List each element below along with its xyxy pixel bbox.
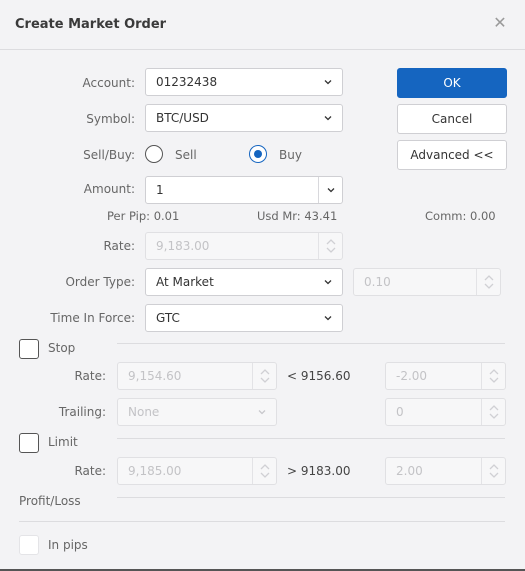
trailing-pips-input: 0 — [385, 398, 506, 426]
chevron-down-icon — [327, 186, 335, 194]
order-type-value: At Market — [156, 275, 214, 289]
limit-pips-value: 2.00 — [396, 464, 423, 478]
stop-pips-input: -2.00 — [385, 362, 506, 390]
ok-button[interactable]: OK — [397, 68, 507, 98]
spin-arrows-icon — [259, 366, 271, 386]
rate-input: 9,183.00 — [145, 232, 343, 260]
stop-rate-spinner — [252, 363, 276, 389]
stop-label: Stop — [48, 341, 76, 355]
stop-pips-value: -2.00 — [396, 369, 428, 383]
buy-radio-label: Buy — [279, 148, 302, 162]
limit-pips-input: 2.00 — [385, 457, 506, 485]
buy-radio[interactable] — [249, 145, 267, 163]
account-value: 01232438 — [156, 75, 218, 89]
limit-pips-spinner — [481, 458, 505, 484]
cancel-button[interactable]: Cancel — [397, 104, 507, 134]
amount-dropdown-button[interactable] — [318, 177, 342, 203]
symbol-value: BTC/USD — [156, 111, 209, 125]
close-icon[interactable]: ✕ — [493, 15, 507, 31]
section-divider — [19, 521, 505, 522]
usd-margin-text: Usd Mr: 43.41 — [257, 209, 338, 223]
spin-arrows-icon — [259, 461, 271, 481]
symbol-label: Symbol: — [86, 112, 135, 126]
rate-spinner — [318, 233, 342, 259]
in-pips-checkbox[interactable] — [19, 535, 39, 555]
chevron-down-icon — [258, 408, 266, 416]
trailing-pips-value: 0 — [396, 405, 404, 419]
stop-rate-value: 9,154.60 — [128, 369, 182, 383]
time-in-force-value: GTC — [156, 311, 180, 325]
spin-arrows-icon — [488, 366, 500, 386]
chevron-down-icon — [324, 314, 332, 322]
symbol-select[interactable]: BTC/USD — [145, 104, 343, 132]
limit-rate-label: Rate: — [74, 464, 106, 478]
order-type-label: Order Type: — [65, 275, 135, 289]
chevron-down-icon — [324, 278, 332, 286]
trailing-value: None — [128, 405, 160, 419]
stop-rate-label: Rate: — [74, 369, 106, 383]
order-range-input: 0.10 — [353, 268, 501, 296]
sell-buy-label: Sell/Buy: — [83, 148, 135, 162]
time-in-force-label: Time In Force: — [50, 311, 135, 325]
chevron-down-icon — [324, 78, 332, 86]
sell-radio-label: Sell — [175, 148, 197, 162]
limit-rate-spinner — [252, 458, 276, 484]
in-pips-label: In pips — [48, 538, 88, 552]
commission-text: Comm: 0.00 — [425, 209, 496, 223]
account-select[interactable]: 01232438 — [145, 68, 343, 96]
rate-label: Rate: — [103, 239, 135, 253]
stop-checkbox[interactable] — [19, 339, 39, 359]
stop-pips-spinner — [481, 363, 505, 389]
profit-loss-divider — [117, 497, 505, 498]
amount-combo[interactable]: 1 — [145, 176, 343, 204]
stop-divider — [117, 343, 505, 344]
advanced-button[interactable]: Advanced << — [397, 140, 507, 170]
per-pip-text: Per Pip: 0.01 — [107, 209, 180, 223]
chevron-down-icon — [324, 114, 332, 122]
limit-label: Limit — [48, 435, 78, 449]
time-in-force-select[interactable]: GTC — [145, 304, 343, 332]
spin-arrows-icon — [488, 402, 500, 422]
amount-value: 1 — [156, 183, 164, 197]
order-range-spinner — [476, 269, 500, 295]
account-label: Account: — [82, 76, 136, 90]
spin-arrows-icon — [325, 236, 337, 256]
dialog-header: Create Market Order ✕ — [0, 0, 525, 50]
order-range-value: 0.10 — [364, 275, 391, 289]
dialog-title: Create Market Order — [15, 17, 167, 32]
stop-condition-text: < 9156.60 — [287, 369, 351, 383]
rate-value: 9,183.00 — [156, 239, 210, 253]
sell-radio[interactable] — [145, 145, 163, 163]
order-type-select[interactable]: At Market — [145, 268, 343, 296]
limit-divider — [117, 438, 505, 439]
trailing-label: Trailing: — [58, 405, 106, 419]
trailing-pips-spinner — [481, 399, 505, 425]
limit-checkbox[interactable] — [19, 433, 39, 453]
limit-condition-text: > 9183.00 — [287, 464, 351, 478]
spin-arrows-icon — [483, 272, 495, 292]
profit-loss-label: Profit/Loss — [19, 494, 81, 508]
trailing-select: None — [117, 398, 277, 426]
spin-arrows-icon — [488, 461, 500, 481]
limit-rate-value: 9,185.00 — [128, 464, 182, 478]
amount-label: Amount: — [83, 182, 135, 196]
limit-rate-input: 9,185.00 — [117, 457, 277, 485]
stop-rate-input: 9,154.60 — [117, 362, 277, 390]
